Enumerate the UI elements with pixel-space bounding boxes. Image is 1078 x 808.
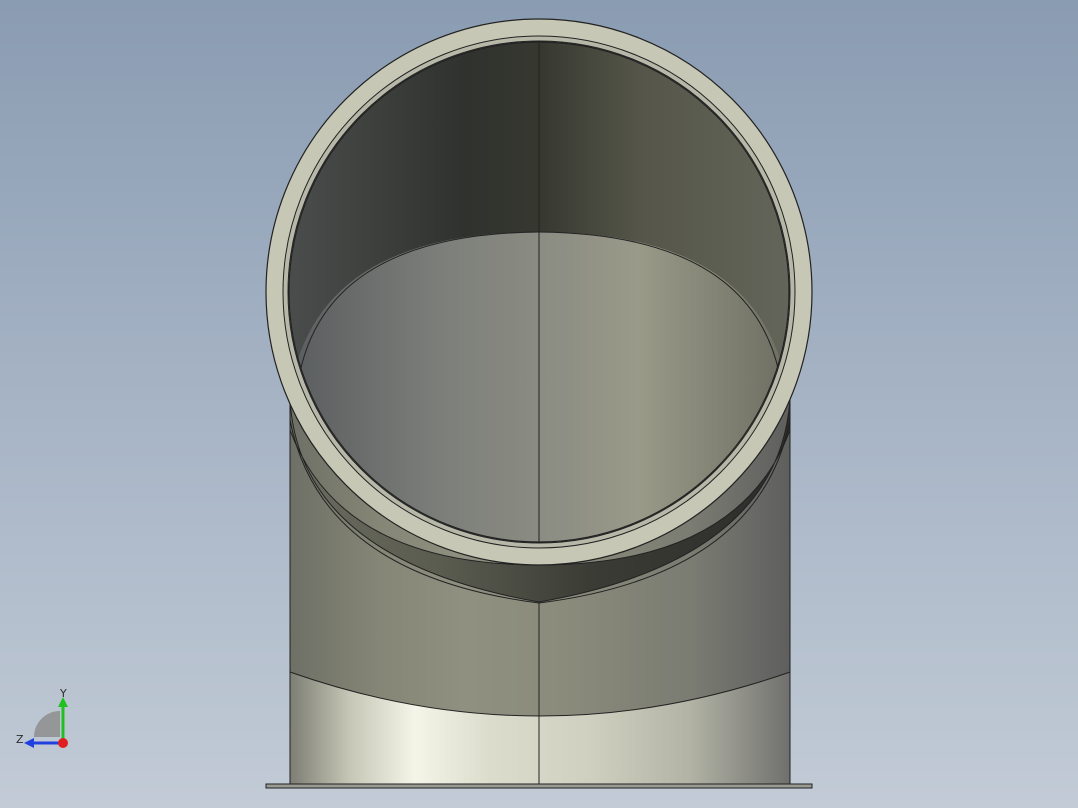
y-axis-label: Y	[59, 687, 67, 700]
base-flange	[265, 783, 813, 789]
elbow-model	[265, 18, 813, 789]
3d-viewport[interactable]: Y Z	[0, 0, 1078, 808]
x-axis-dot	[58, 738, 68, 748]
triad-arc	[34, 711, 60, 737]
z-axis-label: Z	[16, 733, 24, 746]
z-axis-head	[24, 738, 34, 748]
orientation-triad: Y Z	[16, 687, 68, 748]
pipe-interior	[289, 42, 789, 542]
